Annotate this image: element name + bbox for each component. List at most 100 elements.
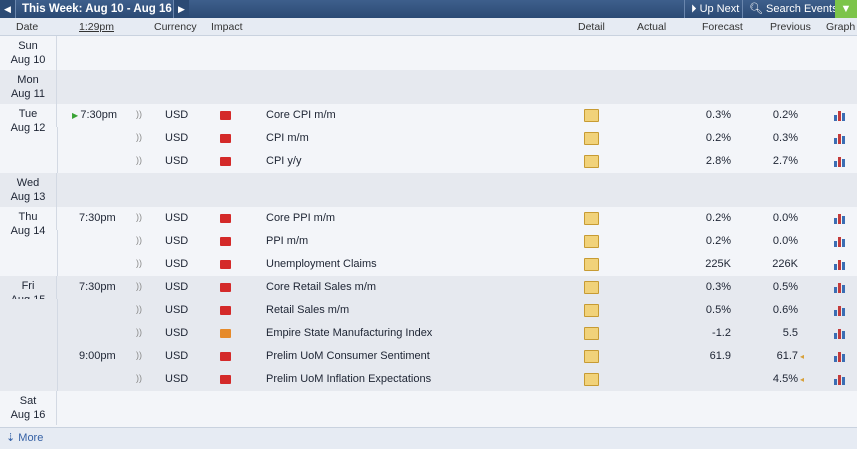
event-name[interactable]: CPI m/m — [266, 132, 309, 144]
graph-icon[interactable] — [834, 235, 847, 247]
event-name[interactable]: CPI y/y — [266, 155, 301, 167]
date-cell: Mon Aug 11 — [0, 70, 57, 104]
graph-icon[interactable] — [834, 212, 847, 224]
high-impact-icon — [220, 260, 231, 269]
previous: 0.6% — [772, 304, 798, 316]
event-row: )) USD Retail Sales m/m 0.5% 0.6% — [0, 299, 857, 322]
detail-folder-icon[interactable] — [584, 258, 599, 271]
currency: USD — [165, 235, 189, 247]
more-icon: ⇣ — [6, 432, 16, 444]
currency: USD — [165, 109, 189, 121]
currency: USD — [165, 373, 189, 385]
event-name[interactable]: Unemployment Claims — [266, 258, 377, 270]
previous: 226K — [772, 258, 798, 270]
high-impact-icon — [220, 283, 231, 292]
previous: 0.0% — [772, 212, 798, 224]
date-cell — [0, 150, 58, 173]
day-row: Sun Aug 10 — [0, 36, 857, 70]
header-time[interactable]: 1:29pm — [79, 21, 114, 33]
event-name[interactable]: Empire State Manufacturing Index — [266, 327, 432, 339]
event-time: 7:30pm — [79, 212, 116, 224]
header-currency: Currency — [154, 21, 197, 33]
graph-icon[interactable] — [834, 373, 847, 385]
event-name[interactable]: Core PPI m/m — [266, 212, 335, 224]
forecast: 225K — [705, 258, 731, 270]
detail-folder-icon[interactable] — [584, 109, 599, 122]
sound-icon: )) — [136, 235, 142, 245]
week-label: This Week: Aug 10 - Aug 16 — [22, 3, 172, 15]
high-impact-icon — [220, 237, 231, 246]
forecast: 0.5% — [705, 304, 731, 316]
graph-icon[interactable] — [834, 327, 847, 339]
forecast: -1.2 — [712, 327, 731, 339]
day-name: Sat — [19, 395, 37, 407]
event-row: )) USD PPI m/m 0.2% 0.0% — [0, 230, 857, 253]
detail-folder-icon[interactable] — [584, 155, 599, 168]
event-row: )) USD Empire State Manufacturing Index -1.… — [0, 322, 857, 345]
day-name: Wed — [16, 177, 40, 189]
event-name[interactable]: Prelim UoM Consumer Sentiment — [266, 350, 430, 362]
chevron-left-icon: ◀ — [4, 3, 11, 14]
graph-icon[interactable] — [834, 109, 847, 121]
event-time: 7:30pm — [79, 281, 116, 293]
date-cell: Wed Aug 13 — [0, 173, 57, 207]
high-impact-icon — [220, 375, 231, 384]
graph-icon[interactable] — [834, 350, 847, 362]
detail-folder-icon[interactable] — [584, 327, 599, 340]
date-cell — [0, 322, 58, 345]
graph-icon[interactable] — [834, 258, 847, 270]
search-icon: 🔍︎ — [749, 3, 767, 15]
up-next-button[interactable]: ⏵ Up Next — [684, 0, 745, 18]
detail-folder-icon[interactable] — [584, 304, 599, 317]
date-cell: FriAug 15 — [0, 276, 57, 306]
previous: 61.7 — [776, 350, 798, 362]
currency: USD — [165, 281, 189, 293]
day-row: Sat Aug 16 — [0, 391, 857, 425]
event-name[interactable]: Prelim UoM Inflation Expectations — [266, 373, 431, 385]
event-name[interactable]: PPI m/m — [266, 235, 308, 247]
event-time: ▶ 7:30pm — [72, 109, 117, 121]
header-impact: Impact — [211, 21, 243, 33]
detail-folder-icon[interactable] — [584, 235, 599, 248]
medium-impact-icon — [220, 329, 231, 338]
detail-folder-icon[interactable] — [584, 281, 599, 294]
search-events-button[interactable]: 🔍︎ Search Events — [742, 0, 844, 18]
event-name[interactable]: Core CPI m/m — [266, 109, 336, 121]
forecast: 0.2% — [705, 212, 731, 224]
date-cell: Sat Aug 16 — [0, 391, 57, 425]
sound-icon: )) — [136, 155, 142, 165]
more-button[interactable]: ⇣ More — [0, 427, 857, 449]
detail-folder-icon[interactable] — [584, 132, 599, 145]
event-row: )) USD CPI m/m 0.2% 0.3% — [0, 127, 857, 150]
event-name[interactable]: Core Retail Sales m/m — [266, 281, 376, 293]
forecast: 0.3% — [705, 281, 731, 293]
currency: USD — [165, 258, 189, 270]
filter-icon: ▼ — [840, 3, 852, 15]
detail-folder-icon[interactable] — [584, 350, 599, 363]
graph-icon[interactable] — [834, 132, 847, 144]
high-impact-icon — [220, 214, 231, 223]
header-actual: Actual — [637, 21, 667, 33]
event-time-text: 7:30pm — [79, 212, 116, 224]
currency: USD — [165, 132, 189, 144]
detail-folder-icon[interactable] — [584, 212, 599, 225]
filter-button[interactable]: ▼ — [835, 0, 857, 18]
next-week-button[interactable]: ▶ — [173, 0, 189, 18]
sound-icon: )) — [136, 373, 142, 383]
graph-icon[interactable] — [834, 304, 847, 316]
previous: 0.0% — [772, 235, 798, 247]
graph-icon[interactable] — [834, 155, 847, 167]
event-row: Tue Aug 12 ▶ 7:30pm)) USD Core CPI m/m 0.3% 0.… — [0, 104, 857, 134]
table-header: Date 1:29pm Currency Impact Detail Actua… — [0, 18, 857, 36]
header-detail: Detail — [578, 21, 605, 33]
high-impact-icon — [220, 352, 231, 361]
event-name[interactable]: Retail Sales m/m — [266, 304, 349, 316]
date-cell — [0, 127, 58, 150]
detail-folder-icon[interactable] — [584, 373, 599, 386]
previous-week-button[interactable]: ◀ — [0, 0, 16, 18]
graph-icon[interactable] — [834, 281, 847, 293]
revision-icon: ◂ — [800, 352, 805, 361]
sound-icon: )) — [136, 304, 142, 314]
day-name: Thu — [18, 211, 38, 223]
high-impact-icon — [220, 306, 231, 315]
